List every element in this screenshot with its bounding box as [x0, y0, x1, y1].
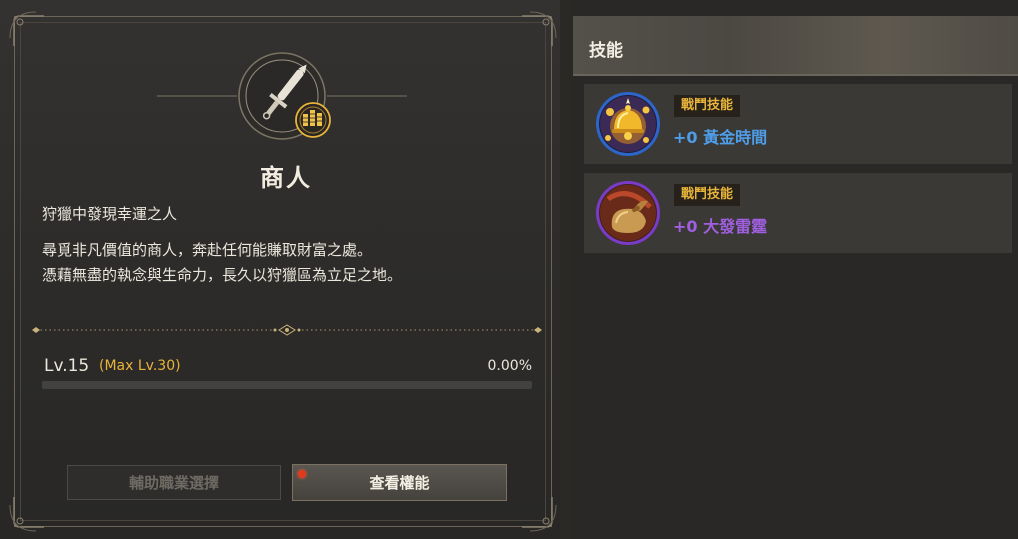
sub-class-select-button[interactable]: 輔助職業選擇: [67, 465, 281, 500]
corner-ornament: [6, 8, 46, 48]
skills-header: 技能: [573, 16, 1018, 76]
divider: [32, 324, 542, 336]
exp-progress-bar: [42, 381, 532, 389]
level-percent: 0.00%: [487, 358, 532, 374]
skill-name: +0 黃金時間: [673, 128, 768, 147]
corner-ornament: [520, 495, 560, 535]
skill-type-badge: 戰鬥技能: [674, 95, 741, 117]
description-line: 尋覓非凡價值的商人，奔赴任何能賺取財富之處。: [42, 241, 373, 259]
sub-class-select-label: 輔助職業選擇: [128, 474, 219, 492]
class-info-panel: 商人 狩獵中發現幸運之人 尋覓非凡價值的商人，奔赴任何能賺取財富之處。 憑藉無盡…: [0, 0, 560, 539]
golden-bell-icon: [594, 90, 662, 158]
notification-dot: [298, 470, 306, 478]
dagger-coin-emblem-icon: [157, 50, 407, 142]
description-line: 憑藉無盡的執念與生命力，長久以狩獵區為立足之地。: [42, 266, 403, 284]
level-row: Lv.15 (Max Lv.30) 0.00%: [44, 356, 532, 378]
skill-item[interactable]: 戰鬥技能 +0 黃金時間: [584, 84, 1012, 164]
view-skills-label: 查看權能: [369, 474, 430, 492]
corner-ornament: [6, 495, 46, 535]
skill-name: +0 大發雷霆: [673, 217, 768, 236]
view-skills-button[interactable]: 查看權能: [292, 464, 507, 501]
max-level-label: (Max Lv.30): [99, 358, 181, 374]
skill-item[interactable]: 戰鬥技能 +0 大發雷霆: [584, 173, 1012, 253]
class-description: 尋覓非凡價值的商人，奔赴任何能賺取財富之處。 憑藉無盡的執念與生命力，長久以狩獵…: [42, 238, 542, 288]
class-subtitle: 狩獵中發現幸運之人: [42, 205, 178, 223]
skills-title: 技能: [589, 41, 623, 61]
corner-ornament: [520, 8, 560, 48]
skills-panel: 技能 戰鬥技能 +0 黃金時間 戰鬥技能 +0 大發雷霆: [573, 0, 1018, 539]
skill-type-badge: 戰鬥技能: [674, 184, 741, 206]
level-label: Lv.15: [44, 356, 90, 376]
class-title: 商人: [260, 164, 312, 192]
money-sack-icon: [594, 179, 662, 247]
